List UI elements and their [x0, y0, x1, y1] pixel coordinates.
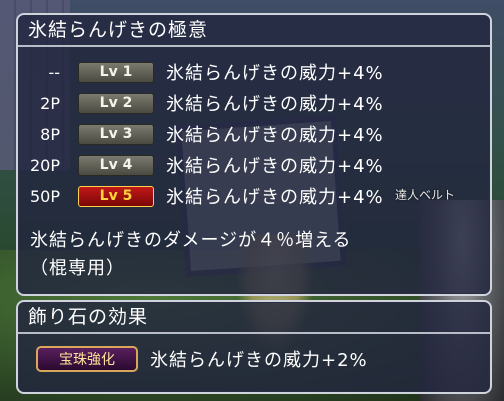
level-badge: Lv 1 [78, 61, 154, 83]
stone-effect-row: 宝珠強化 氷結らんげきの威力+2% [36, 346, 368, 372]
skill-effect: 氷結らんげきの威力+4% [166, 94, 384, 115]
skill-detail-panel: 氷結らんげきの極意 -- Lv 1 氷結らんげきの威力+4% 2P Lv 2 氷… [16, 13, 492, 296]
skill-level-row-3[interactable]: 8P Lv 3 氷結らんげきの威力+4% [18, 121, 490, 147]
description-line: 氷結らんげきのダメージが４％増える [30, 230, 352, 251]
ornament-stone-panel: 飾り石の効果 宝珠強化 氷結らんげきの威力+2% [16, 300, 492, 394]
skill-level-row-2[interactable]: 2P Lv 2 氷結らんげきの威力+4% [18, 90, 490, 116]
skill-cost: 2P [40, 93, 60, 113]
stone-effect: 氷結らんげきの威力+2% [150, 350, 368, 371]
npc-name-label: 達人ベルト [395, 188, 456, 202]
skill-effect: 氷結らんげきの威力+4% [166, 63, 384, 84]
weapon-restriction: （棍専用） [30, 258, 125, 279]
level-badge: Lv 3 [78, 123, 154, 145]
skill-level-row-4[interactable]: 20P Lv 4 氷結らんげきの威力+4% [18, 152, 490, 178]
stone-panel-title: 飾り石の効果 [18, 302, 490, 334]
skill-effect: 氷結らんげきの威力+4% [166, 156, 384, 177]
skill-effect: 氷結らんげきの威力+4% [166, 125, 384, 146]
level-badge: Lv 2 [78, 92, 154, 114]
skill-cost: 20P [29, 155, 60, 175]
orb-enhance-badge: 宝珠強化 [36, 346, 138, 372]
level-badge: Lv 4 [78, 154, 154, 176]
skill-level-row-1[interactable]: -- Lv 1 氷結らんげきの威力+4% [18, 59, 490, 85]
level-badge-active: Lv 5 [78, 185, 154, 207]
skill-panel-title: 氷結らんげきの極意 [18, 15, 490, 47]
skill-description: 氷結らんげきのダメージが４％増える （棍専用） [30, 227, 352, 283]
skill-effect: 氷結らんげきの威力+4% [166, 187, 384, 208]
skill-cost: -- [48, 62, 60, 82]
skill-cost: 50P [29, 186, 60, 206]
skill-cost: 8P [40, 124, 60, 144]
